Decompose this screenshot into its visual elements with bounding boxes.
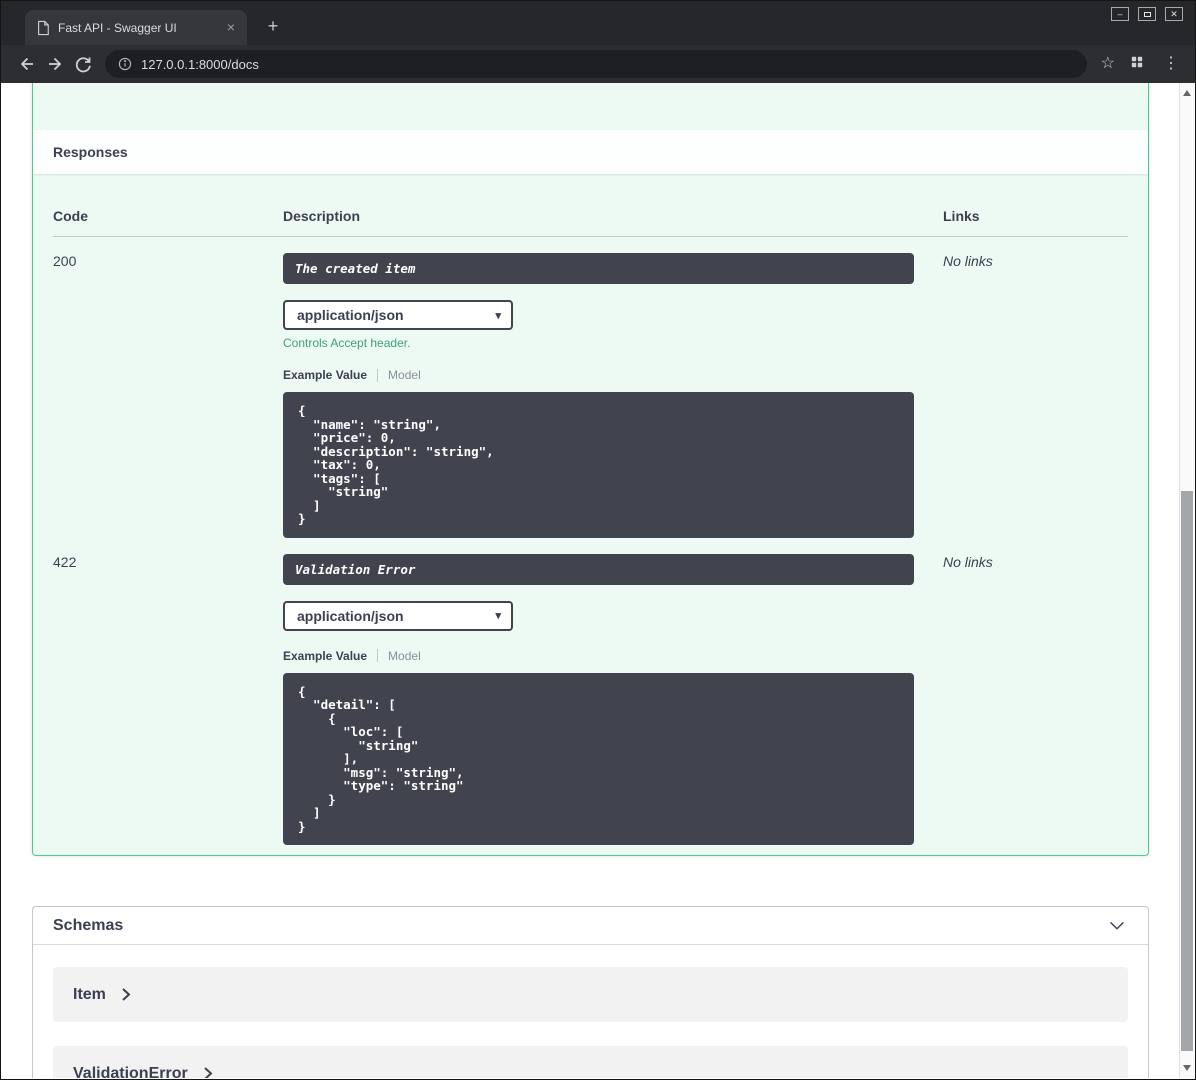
model-name: Item (73, 985, 106, 1003)
media-type-select[interactable]: application/json ▾ (283, 300, 513, 330)
response-description: The created item (283, 253, 914, 284)
browser-tab[interactable]: Fast API - Swagger UI × (25, 10, 247, 45)
scroll-up-icon (1183, 90, 1191, 96)
responses-title: Responses (53, 144, 128, 160)
response-code: 200 (53, 253, 77, 269)
example-model-tabs: Example Value Model (283, 649, 943, 663)
chevron-right-icon (204, 1067, 213, 1078)
toolbar-right: ☆ ⋮ (1101, 54, 1183, 75)
tab-example-value[interactable]: Example Value (283, 649, 367, 663)
chevron-down-icon (1110, 921, 1124, 930)
opblock-responses: Responses Code Description Links 200 The… (32, 83, 1149, 856)
model-validationerror[interactable]: ValidationError (53, 1046, 1128, 1078)
example-json: { "detail": [ { "loc": [ "string" ], "ms… (298, 683, 464, 834)
close-button[interactable]: ✕ (1165, 7, 1183, 21)
tab-title: Fast API - Swagger UI (58, 20, 177, 35)
maximize-button[interactable] (1138, 7, 1156, 21)
response-description: Validation Error (283, 553, 914, 585)
browser-window: Fast API - Swagger UI × + – ✕ 127.0.0.1:… (0, 0, 1196, 1080)
response-description-cell: Validation Error application/json ▾ Exam… (283, 553, 943, 845)
bookmark-star-icon[interactable]: ☆ (1101, 56, 1115, 72)
responses-table: Code Description Links 200 The created i… (33, 174, 1148, 845)
controls-accept-note: Controls Accept header. (283, 336, 411, 350)
scroll-down-icon (1183, 1065, 1191, 1071)
tab-close-icon[interactable]: × (223, 20, 239, 36)
back-button[interactable] (13, 50, 41, 78)
schemas-section: Schemas Item ValidationError (32, 906, 1149, 1078)
swagger-ui: Responses Code Description Links 200 The… (2, 83, 1179, 1078)
model-item[interactable]: Item (53, 967, 1128, 1022)
tab-strip: Fast API - Swagger UI × + – ✕ (1, 1, 1195, 45)
extensions-icon[interactable] (1129, 54, 1145, 75)
page-icon (38, 20, 49, 35)
column-header-links: Links (943, 208, 980, 224)
tab-divider (377, 649, 379, 662)
site-info-icon[interactable] (117, 56, 133, 72)
menu-kebab-icon[interactable]: ⋮ (1159, 56, 1183, 72)
back-icon (20, 57, 33, 71)
media-type-value: application/json (297, 307, 404, 323)
minimize-button[interactable]: – (1111, 7, 1129, 21)
browser-toolbar: 127.0.0.1:8000/docs ☆ ⋮ (1, 45, 1195, 83)
response-row-422: 422 Validation Error application/json ▾ … (53, 538, 1128, 845)
page-content: Responses Code Description Links 200 The… (2, 83, 1194, 1078)
example-json: { "name": "string", "price": 0, "descrip… (298, 403, 494, 526)
column-header-code: Code (53, 208, 88, 224)
scroll-up-button[interactable] (1180, 85, 1194, 101)
vertical-scrollbar[interactable] (1179, 83, 1194, 1078)
response-row-200: 200 The created item application/json ▾ … (53, 237, 1128, 538)
swagger-container: Responses Code Description Links 200 The… (32, 83, 1149, 1078)
example-code-block: { "name": "string", "price": 0, "descrip… (283, 392, 914, 538)
responses-table-header: Code Description Links (53, 194, 1128, 237)
tab-model[interactable]: Model (388, 649, 421, 663)
column-header-description: Description (283, 208, 361, 224)
url-text: 127.0.0.1:8000/docs (141, 56, 259, 72)
scrollbar-thumb[interactable] (1181, 491, 1193, 1051)
maximize-icon (1143, 12, 1151, 17)
schemas-models: Item ValidationError (33, 945, 1148, 1078)
window-controls: – ✕ (1111, 7, 1183, 21)
forward-icon (49, 57, 62, 71)
new-tab-button[interactable]: + (261, 14, 285, 38)
chevron-down-icon: ▾ (495, 309, 501, 322)
address-bar[interactable]: 127.0.0.1:8000/docs (105, 50, 1087, 78)
tab-example-value[interactable]: Example Value (283, 368, 367, 382)
tab-divider (377, 368, 379, 382)
tab-model[interactable]: Model (388, 368, 421, 382)
response-links: No links (943, 553, 993, 570)
reload-icon (75, 57, 91, 73)
forward-button[interactable] (41, 50, 69, 78)
schemas-title: Schemas (53, 916, 124, 934)
media-type-value: application/json (297, 607, 404, 624)
scroll-down-button[interactable] (1180, 1060, 1194, 1076)
response-description-cell: The created item application/json ▾ Cont… (283, 253, 943, 538)
response-code: 422 (53, 553, 77, 570)
chevron-right-icon (122, 988, 131, 1001)
model-name: ValidationError (73, 1064, 188, 1079)
media-type-select[interactable]: application/json ▾ (283, 600, 513, 631)
example-code-block: { "detail": [ { "loc": [ "string" ], "ms… (283, 672, 914, 845)
schemas-header[interactable]: Schemas (33, 907, 1148, 945)
reload-button[interactable] (69, 50, 97, 78)
example-model-tabs: Example Value Model (283, 368, 943, 382)
responses-section-header: Responses (33, 130, 1148, 174)
chevron-down-icon: ▾ (495, 610, 501, 622)
response-links: No links (943, 253, 993, 269)
